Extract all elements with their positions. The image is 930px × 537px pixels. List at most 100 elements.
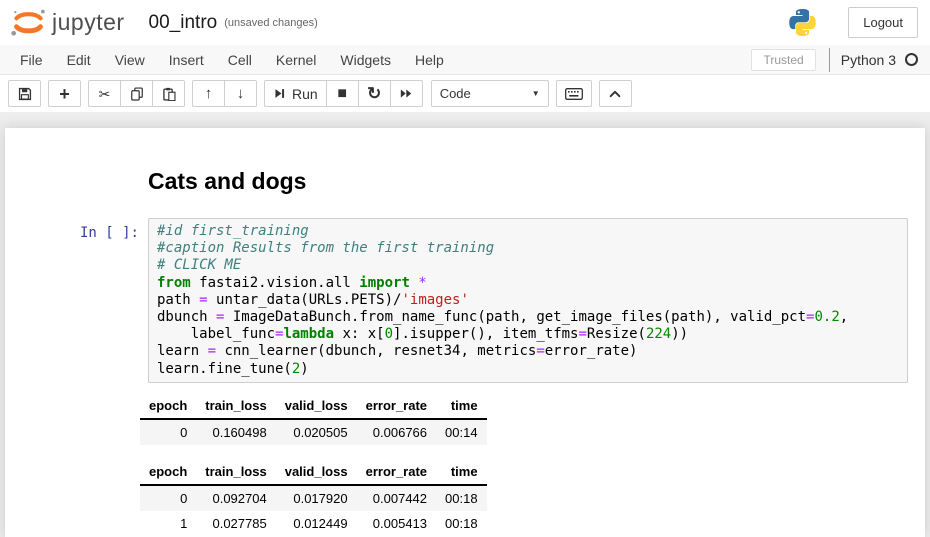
table-row: 00.0927040.0179200.00744200:18 bbox=[140, 485, 487, 511]
menu-item-cell[interactable]: Cell bbox=[216, 48, 264, 72]
code-line: label_func=lambda x: x[0].isupper(), ite… bbox=[157, 326, 899, 343]
arrow-up-icon: ↑ bbox=[205, 86, 213, 101]
scroll-to-top-button[interactable] bbox=[599, 80, 632, 107]
cell-train_loss: 0.027785 bbox=[196, 511, 275, 536]
plus-icon: + bbox=[59, 85, 70, 103]
output-area: epochtrain_lossvalid_losserror_ratetime0… bbox=[5, 392, 925, 537]
stop-icon: ■ bbox=[337, 86, 347, 102]
copy-cell-button[interactable] bbox=[120, 80, 153, 107]
save-button[interactable] bbox=[8, 80, 41, 107]
autosave-status: (unsaved changes) bbox=[224, 17, 318, 29]
menu-item-view[interactable]: View bbox=[103, 48, 157, 72]
paste-icon bbox=[162, 87, 176, 101]
code-editor[interactable]: #id first_training#caption Results from … bbox=[148, 218, 908, 383]
fast-forward-icon bbox=[399, 87, 413, 100]
logo-text: jupyter bbox=[52, 9, 125, 36]
menu-item-file[interactable]: File bbox=[8, 48, 55, 72]
notebook-title[interactable]: 00_intro bbox=[149, 12, 218, 34]
save-icon bbox=[18, 87, 32, 101]
kernel-name: Python 3 bbox=[841, 52, 896, 68]
code-line: learn.fine_tune(2) bbox=[157, 361, 899, 378]
stop-button[interactable]: ■ bbox=[326, 80, 359, 107]
arrow-down-icon: ↓ bbox=[237, 86, 245, 101]
cell-epoch: 0 bbox=[140, 485, 196, 511]
input-prompt: In [ ]: bbox=[5, 218, 148, 383]
toolbar: + ✂ ↑ bbox=[0, 75, 930, 112]
menubar: FileEditViewInsertCellKernelWidgetsHelp … bbox=[0, 45, 930, 75]
code-line: dbunch = ImageDataBunch.from_name_func(p… bbox=[157, 309, 899, 326]
header: jupyter 00_intro (unsaved changes) Logou… bbox=[0, 0, 930, 45]
cell-type-select[interactable]: Code ▼ bbox=[431, 80, 549, 107]
chevron-up-icon bbox=[608, 87, 622, 101]
column-header-train_loss: train_loss bbox=[196, 392, 275, 419]
scissors-icon: ✂ bbox=[99, 87, 111, 101]
cell-type-value: Code bbox=[440, 86, 471, 101]
cell-time: 00:14 bbox=[436, 419, 487, 445]
code-line: # CLICK ME bbox=[157, 257, 899, 274]
move-cell-down-button[interactable]: ↓ bbox=[224, 80, 257, 107]
move-cell-up-button[interactable]: ↑ bbox=[192, 80, 225, 107]
run-label: Run bbox=[292, 86, 318, 102]
menu-item-widgets[interactable]: Widgets bbox=[328, 48, 403, 72]
markdown-prompt bbox=[5, 168, 148, 195]
column-header-error_rate: error_rate bbox=[357, 458, 436, 485]
restart-kernel-button[interactable]: ↻ bbox=[358, 80, 391, 107]
column-header-epoch: epoch bbox=[140, 458, 196, 485]
jupyter-app: jupyter 00_intro (unsaved changes) Logou… bbox=[0, 0, 930, 537]
paste-cell-button[interactable] bbox=[152, 80, 185, 107]
caret-down-icon: ▼ bbox=[532, 89, 540, 98]
code-line: from fastai2.vision.all import * bbox=[157, 275, 899, 292]
column-header-train_loss: train_loss bbox=[196, 458, 275, 485]
cut-cell-button[interactable]: ✂ bbox=[88, 80, 121, 107]
column-header-valid_loss: valid_loss bbox=[276, 458, 357, 485]
menu-item-insert[interactable]: Insert bbox=[157, 48, 216, 72]
menu-item-help[interactable]: Help bbox=[403, 48, 456, 72]
jupyter-logo[interactable]: jupyter bbox=[10, 7, 125, 38]
column-header-time: time bbox=[436, 392, 487, 419]
logout-button[interactable]: Logout bbox=[848, 7, 918, 38]
cell-epoch: 0 bbox=[140, 419, 196, 445]
cell-time: 00:18 bbox=[436, 511, 487, 536]
table-row: 00.1604980.0205050.00676600:14 bbox=[140, 419, 487, 445]
training-results-table: epochtrain_lossvalid_losserror_ratetime0… bbox=[140, 392, 487, 445]
jupyter-logo-icon bbox=[10, 7, 47, 38]
kernel-indicator: Python 3 bbox=[829, 48, 918, 72]
command-palette-button[interactable] bbox=[556, 80, 592, 107]
cell-time: 00:18 bbox=[436, 485, 487, 511]
step-forward-icon bbox=[273, 87, 286, 100]
cell-train_loss: 0.160498 bbox=[196, 419, 275, 445]
notebook-page: Cats and dogs In [ ]: #id first_training… bbox=[5, 128, 925, 537]
heading: Cats and dogs bbox=[148, 168, 908, 195]
column-header-error_rate: error_rate bbox=[357, 392, 436, 419]
menu-item-kernel[interactable]: Kernel bbox=[264, 48, 328, 72]
cell-valid_loss: 0.017920 bbox=[276, 485, 357, 511]
cell-valid_loss: 0.020505 bbox=[276, 419, 357, 445]
trusted-badge[interactable]: Trusted bbox=[751, 49, 815, 71]
copy-icon bbox=[130, 87, 144, 101]
cell-error_rate: 0.006766 bbox=[357, 419, 436, 445]
menu-item-edit[interactable]: Edit bbox=[55, 48, 103, 72]
restart-run-all-button[interactable] bbox=[390, 80, 423, 107]
code-lines: #id first_training#caption Results from … bbox=[153, 222, 903, 379]
markdown-cell[interactable]: Cats and dogs bbox=[5, 168, 925, 195]
add-cell-button[interactable]: + bbox=[48, 80, 81, 107]
cell-train_loss: 0.092704 bbox=[196, 485, 275, 511]
code-line: learn = cnn_learner(dbunch, resnet34, me… bbox=[157, 343, 899, 360]
python-logo bbox=[787, 7, 818, 38]
code-line: #id first_training bbox=[157, 223, 899, 240]
output-prompt bbox=[5, 392, 148, 537]
code-line: #caption Results from the first training bbox=[157, 240, 899, 257]
code-cell[interactable]: In [ ]: #id first_training#caption Resul… bbox=[5, 218, 925, 383]
cell-epoch: 1 bbox=[140, 511, 196, 536]
kernel-idle-icon bbox=[905, 53, 918, 66]
cell-valid_loss: 0.012449 bbox=[276, 511, 357, 536]
column-header-time: time bbox=[436, 458, 487, 485]
output-tables: epochtrain_lossvalid_losserror_ratetime0… bbox=[148, 392, 908, 537]
table-row: 10.0277850.0124490.00541300:18 bbox=[140, 511, 487, 536]
code-line: path = untar_data(URLs.PETS)/'images' bbox=[157, 292, 899, 309]
column-header-valid_loss: valid_loss bbox=[276, 392, 357, 419]
column-header-epoch: epoch bbox=[140, 392, 196, 419]
restart-icon: ↻ bbox=[367, 85, 381, 102]
run-button[interactable]: Run bbox=[264, 80, 327, 107]
cell-error_rate: 0.007442 bbox=[357, 485, 436, 511]
